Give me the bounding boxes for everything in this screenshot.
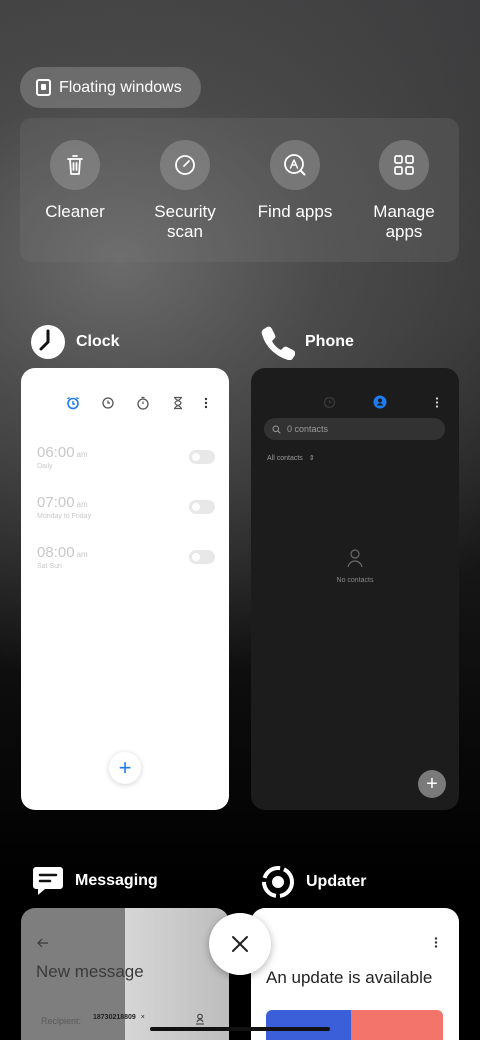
close-icon xyxy=(232,936,248,952)
recipient-chip[interactable]: 18730218809 × xyxy=(93,1014,145,1021)
manage-apps-label-1: Manage xyxy=(373,202,435,221)
messaging-app-name: Messaging xyxy=(75,872,158,889)
alarm-ampm: am xyxy=(76,450,88,459)
update-banner-image xyxy=(266,1010,443,1040)
contact-picker-icon[interactable] xyxy=(195,1013,205,1025)
cleaner-button[interactable]: Cleaner xyxy=(20,140,130,222)
messaging-app-preview[interactable]: New message Recipient: 18730218809 × xyxy=(21,908,229,1040)
security-scan-button[interactable]: Security scan xyxy=(130,140,240,242)
search-icon xyxy=(272,425,281,434)
alarm-row[interactable]: 07:00 am Monday to Friday xyxy=(37,494,215,520)
search-placeholder: 0 contacts xyxy=(287,424,329,434)
world-clock-tab-icon[interactable] xyxy=(101,396,115,410)
floating-windows-button[interactable]: Floating windows xyxy=(20,67,201,108)
floating-windows-label: Floating windows xyxy=(59,78,182,96)
alarm-tab-icon[interactable] xyxy=(66,396,80,410)
phone-app-preview[interactable]: 0 contacts All contacts ⇕ No contacts + xyxy=(251,368,459,810)
quick-actions-panel: Cleaner Security scan Find apps Manage a… xyxy=(20,118,459,262)
phone-app-name: Phone xyxy=(305,333,354,350)
floating-window-icon xyxy=(36,79,51,96)
more-options-icon[interactable] xyxy=(432,396,442,409)
contacts-search-input[interactable]: 0 contacts xyxy=(264,418,445,440)
sort-arrows-icon: ⇕ xyxy=(308,455,315,462)
alarm-repeat: Monday to Friday xyxy=(37,513,92,520)
alarm-toggle[interactable] xyxy=(189,550,215,564)
more-options-icon[interactable] xyxy=(432,936,440,949)
security-scan-icon xyxy=(160,140,210,190)
alarm-toggle[interactable] xyxy=(189,450,215,464)
phone-app-header[interactable]: Phone xyxy=(259,324,354,360)
recipient-number: 18730218809 xyxy=(93,1014,136,1021)
find-apps-icon xyxy=(270,140,320,190)
more-options-icon[interactable] xyxy=(201,396,211,410)
alarm-toggle[interactable] xyxy=(189,500,215,514)
manage-apps-button[interactable]: Manage apps xyxy=(349,140,459,242)
phone-app-icon xyxy=(261,326,295,360)
alarm-repeat: Sat Sun xyxy=(37,563,62,570)
alarm-time: 08:00 xyxy=(37,544,75,561)
recipient-label: Recipient: xyxy=(41,1016,82,1026)
find-apps-label: Find apps xyxy=(257,202,333,221)
back-arrow-icon[interactable] xyxy=(37,938,49,948)
home-indicator[interactable] xyxy=(150,1027,330,1031)
alarm-repeat: Daily xyxy=(37,463,53,470)
new-message-title: New message xyxy=(36,962,144,981)
remove-chip-icon[interactable]: × xyxy=(141,1014,145,1021)
clock-app-header[interactable]: Clock xyxy=(30,324,120,360)
timer-tab-icon[interactable] xyxy=(171,396,185,410)
add-contact-button[interactable]: + xyxy=(418,770,446,798)
alarm-ampm: am xyxy=(76,550,88,559)
cleaner-label: Cleaner xyxy=(45,202,105,221)
clock-app-name: Clock xyxy=(76,333,120,350)
clock-app-preview[interactable]: 06:00 am Daily 07:00 am Monday to Friday 0… xyxy=(21,368,229,810)
version-logo-icon xyxy=(286,1036,326,1040)
messaging-app-header[interactable]: Messaging xyxy=(31,864,158,898)
alarm-time: 07:00 xyxy=(37,494,75,511)
recents-tab-icon[interactable] xyxy=(323,396,336,409)
messaging-app-icon xyxy=(33,867,63,895)
empty-state: No contacts xyxy=(251,548,459,584)
alarm-row[interactable]: 08:00 am Sat Sun xyxy=(37,544,215,570)
add-alarm-button[interactable]: + xyxy=(109,752,141,784)
updater-app-icon xyxy=(262,866,294,898)
trash-icon xyxy=(50,140,100,190)
clock-app-icon xyxy=(31,325,65,359)
grid-icon xyxy=(379,140,429,190)
person-icon xyxy=(347,549,363,568)
manage-apps-label-2: apps xyxy=(385,222,423,241)
find-apps-button[interactable]: Find apps xyxy=(240,140,350,222)
update-available-title: An update is available xyxy=(266,968,433,987)
updater-app-header[interactable]: Updater xyxy=(260,864,366,900)
contacts-tab-icon[interactable] xyxy=(373,395,387,409)
security-scan-label-1: Security xyxy=(154,202,216,221)
alarm-time: 06:00 xyxy=(37,444,75,461)
stopwatch-tab-icon[interactable] xyxy=(136,396,150,410)
empty-state-text: No contacts xyxy=(336,577,374,584)
alarm-row[interactable]: 06:00 am Daily xyxy=(37,444,215,470)
security-scan-label-2: scan xyxy=(167,222,203,241)
alarm-ampm: am xyxy=(76,500,88,509)
updater-app-name: Updater xyxy=(306,873,367,890)
contacts-filter-label: All contacts xyxy=(267,455,303,462)
clock-tabs xyxy=(21,396,229,412)
contacts-filter-dropdown[interactable]: All contacts ⇕ xyxy=(267,454,315,462)
updater-app-preview[interactable]: An update is available xyxy=(251,908,459,1040)
close-all-button[interactable] xyxy=(209,913,271,975)
